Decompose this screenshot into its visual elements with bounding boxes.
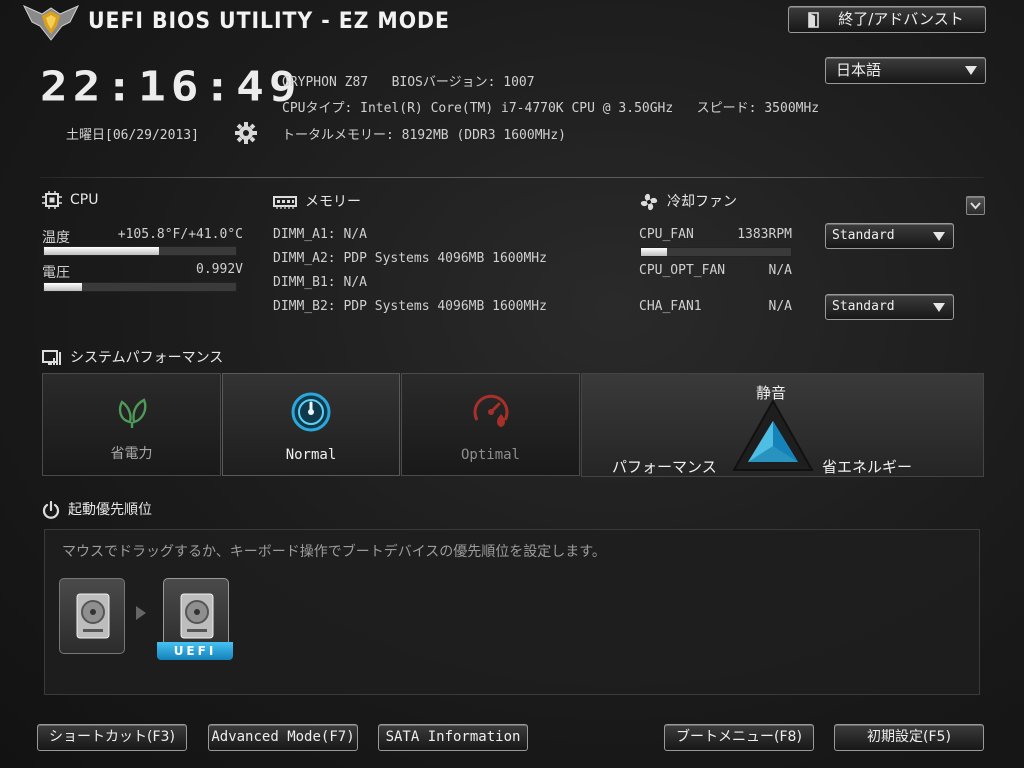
fan-name-cpu-fan: CPU_FAN bbox=[639, 227, 694, 242]
perf-mode-power-saving[interactable]: 省電力 bbox=[42, 373, 221, 476]
chevron-down-icon bbox=[970, 202, 981, 210]
shortcut-button[interactable]: ショートカット(F3) bbox=[37, 724, 187, 751]
boot-title: 起動優先順位 bbox=[68, 502, 152, 518]
cpu-section-title: CPU bbox=[42, 191, 98, 209]
fan-mode-value: Standard bbox=[832, 299, 895, 314]
memory-section-title: メモリー bbox=[273, 191, 361, 211]
temperature-bar bbox=[43, 246, 237, 256]
cpu-chip-icon bbox=[42, 191, 62, 209]
exit-icon bbox=[808, 12, 819, 28]
boot-device[interactable] bbox=[59, 578, 125, 654]
fan-speed-cpu-fan: 1383RPM bbox=[737, 227, 792, 242]
sata-information-button[interactable]: SATA Information bbox=[378, 724, 528, 751]
perf-mode-label: 省電力 bbox=[110, 446, 153, 462]
performance-monitor-icon bbox=[42, 350, 61, 365]
fan-name-cpu-opt-fan: CPU_OPT_FAN bbox=[639, 263, 726, 278]
arrow-right-icon bbox=[136, 606, 146, 620]
uefi-badge: UEFI bbox=[157, 642, 233, 660]
fan-title: 冷却ファン bbox=[667, 194, 737, 210]
voltage-bar bbox=[43, 282, 237, 292]
date-text: 土曜日[06/29/2013] bbox=[66, 128, 199, 143]
language-select[interactable]: 日本語 bbox=[825, 57, 986, 84]
voltage-value: 0.992V bbox=[196, 262, 243, 277]
perf-mode-normal[interactable]: Normal bbox=[222, 373, 400, 476]
fan-speed-cpu-opt-fan: N/A bbox=[768, 263, 792, 278]
chevron-down-icon bbox=[933, 232, 945, 241]
exit-label: 終了/アドバンスト bbox=[838, 10, 964, 28]
clock: 22:16:49 bbox=[40, 58, 302, 114]
language-value: 日本語 bbox=[836, 61, 882, 79]
temperature-value: +105.8°F/+41.0°C bbox=[117, 227, 243, 242]
clock-time: 22:16:49 bbox=[40, 61, 302, 111]
fan-speed-cha-fan1: N/A bbox=[768, 299, 792, 314]
fan-speed-bar bbox=[640, 247, 792, 257]
tuf-logo bbox=[22, 4, 80, 42]
fan-icon bbox=[640, 193, 658, 211]
board-bios-info: GRYPHON Z87 BIOSバージョン: 1007 bbox=[282, 75, 535, 90]
memory-slot: DIMM_A2: PDP Systems 4096MB 1600MHz bbox=[273, 251, 547, 266]
fan-section-title: 冷却ファン bbox=[639, 191, 737, 212]
boot-menu-button[interactable]: ブートメニュー(F8) bbox=[664, 724, 814, 751]
load-defaults-button[interactable]: 初期設定(F5) bbox=[834, 724, 984, 751]
performance-triangle-panel[interactable]: 静音 パフォーマンス 省エネルギー bbox=[581, 373, 984, 477]
memory-slot: DIMM_B2: PDP Systems 4096MB 1600MHz bbox=[273, 299, 547, 314]
app-title: UEFI BIOS UTILITY - EZ MODE bbox=[88, 9, 450, 34]
fan-name-cha-fan1: CHA_FAN1 bbox=[639, 299, 702, 314]
temperature-label: 温度 bbox=[42, 230, 70, 246]
perf-mode-label: Normal bbox=[285, 447, 337, 463]
speedometer-icon bbox=[291, 392, 331, 432]
divider bbox=[40, 177, 984, 178]
boot-hint-text: マウスでドラッグするか、キーボード操作でブートデバイスの優先順位を設定します。 bbox=[62, 544, 606, 560]
performance-section-title: システムパフォーマンス bbox=[42, 347, 223, 367]
perf-mode-label: Optimal bbox=[460, 447, 520, 463]
cpu-fan-mode-select[interactable]: Standard bbox=[825, 223, 954, 249]
hard-drive-icon bbox=[76, 593, 110, 639]
boot-section-title: 起動優先順位 bbox=[42, 499, 152, 519]
chevron-down-icon bbox=[933, 303, 945, 312]
perf-mode-optimal[interactable]: Optimal bbox=[401, 373, 580, 476]
triangle-label-silent: 静音 bbox=[756, 384, 787, 402]
memory-slot: DIMM_A1: N/A bbox=[273, 227, 367, 242]
power-icon bbox=[42, 500, 60, 519]
exit-advanced-button[interactable]: 終了/アドバンスト bbox=[788, 6, 986, 33]
expand-collapse-button[interactable] bbox=[966, 196, 985, 215]
memory-title: メモリー bbox=[305, 194, 361, 210]
cpu-title: CPU bbox=[70, 192, 99, 208]
cpu-type-info: CPUタイプ: Intel(R) Core(TM) i7-4770K CPU @… bbox=[282, 101, 820, 116]
cha-fan1-mode-select[interactable]: Standard bbox=[825, 294, 954, 320]
memory-icon bbox=[273, 196, 297, 209]
leaf-icon bbox=[118, 398, 146, 428]
triangle-label-performance: パフォーマンス bbox=[612, 458, 717, 476]
total-memory-info: トータルメモリー: 8192MB (DDR3 1600MHz) bbox=[282, 128, 567, 143]
memory-slot: DIMM_B1: N/A bbox=[273, 275, 367, 290]
triangle-label-energy-saving: 省エネルギー bbox=[822, 458, 913, 476]
gear-icon[interactable] bbox=[235, 122, 257, 144]
chevron-down-icon bbox=[965, 66, 977, 75]
voltage-label: 電圧 bbox=[42, 265, 70, 281]
speedometer-icon bbox=[473, 394, 508, 427]
hard-drive-icon bbox=[180, 593, 214, 639]
advanced-mode-button[interactable]: Advanced Mode(F7) bbox=[208, 724, 358, 751]
fan-mode-value: Standard bbox=[832, 228, 895, 243]
performance-title: システムパフォーマンス bbox=[70, 350, 224, 366]
